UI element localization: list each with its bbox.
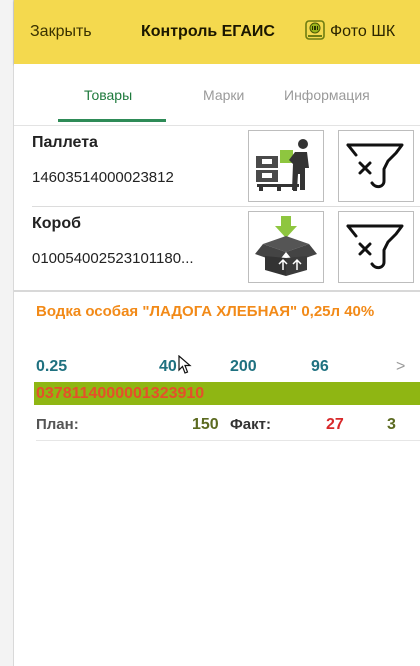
pallet-clear-button[interactable] (338, 130, 414, 202)
screen: Закрыть Контроль ЕГАИС Фото ШК Товары Ма… (0, 0, 420, 666)
tab-info[interactable]: Информация (284, 64, 370, 126)
clear-signature-icon (344, 216, 408, 279)
product-card[interactable]: Водка особая "ЛАДОГА ХЛЕБНАЯ" 0,25л 40% … (14, 290, 420, 441)
active-tab-indicator (58, 119, 166, 122)
app-content: Закрыть Контроль ЕГАИС Фото ШК Товары Ма… (14, 0, 420, 666)
pallet-value: 14603514000023812 (32, 169, 174, 186)
photo-barcode-button[interactable]: Фото ШК (304, 0, 395, 64)
product-strength: 40 (159, 358, 177, 375)
product-count: 200 (230, 358, 257, 375)
clear-signature-icon (344, 135, 408, 198)
product-name: Водка особая "ЛАДОГА ХЛЕБНАЯ" 0,25л 40% (36, 303, 375, 320)
pallet-scan-button[interactable] (248, 130, 324, 202)
close-button[interactable]: Закрыть (30, 0, 92, 64)
chevron-right-icon[interactable]: > (396, 358, 405, 376)
product-extra: 96 (311, 358, 329, 375)
mouse-cursor-icon (178, 354, 192, 380)
box-clear-button[interactable] (338, 211, 414, 283)
photo-barcode-label: Фото ШК (330, 23, 396, 40)
box-arrow-icon (253, 214, 319, 281)
pallet-row: Паллета 14603514000023812 (14, 126, 420, 206)
product-barcode: 0378114000001323910 (36, 385, 205, 402)
box-scan-button[interactable] (248, 211, 324, 283)
warehouse-worker-icon (253, 134, 319, 199)
plan-label: План: (36, 416, 79, 433)
page-title: Контроль ЕГАИС (141, 23, 275, 40)
left-bezel (0, 0, 14, 666)
box-label: Короб (32, 215, 81, 232)
tab-marks[interactable]: Марки (203, 64, 244, 126)
pallet-label: Паллета (32, 134, 98, 151)
extra-value: 3 (387, 416, 396, 433)
plan-value: 150 (192, 416, 219, 433)
fact-label: Факт: (230, 416, 271, 433)
tab-bar: Товары Марки Информация (14, 64, 420, 126)
tab-goods[interactable]: Товары (84, 64, 132, 126)
product-divider (36, 440, 420, 441)
camera-barcode-icon (304, 19, 326, 46)
top-bar: Закрыть Контроль ЕГАИС Фото ШК (14, 0, 420, 64)
product-volume: 0.25 (36, 358, 68, 375)
box-row: Короб 010054002523101180... (14, 207, 420, 287)
box-value: 010054002523101180... (32, 250, 194, 267)
fact-value: 27 (326, 416, 344, 433)
